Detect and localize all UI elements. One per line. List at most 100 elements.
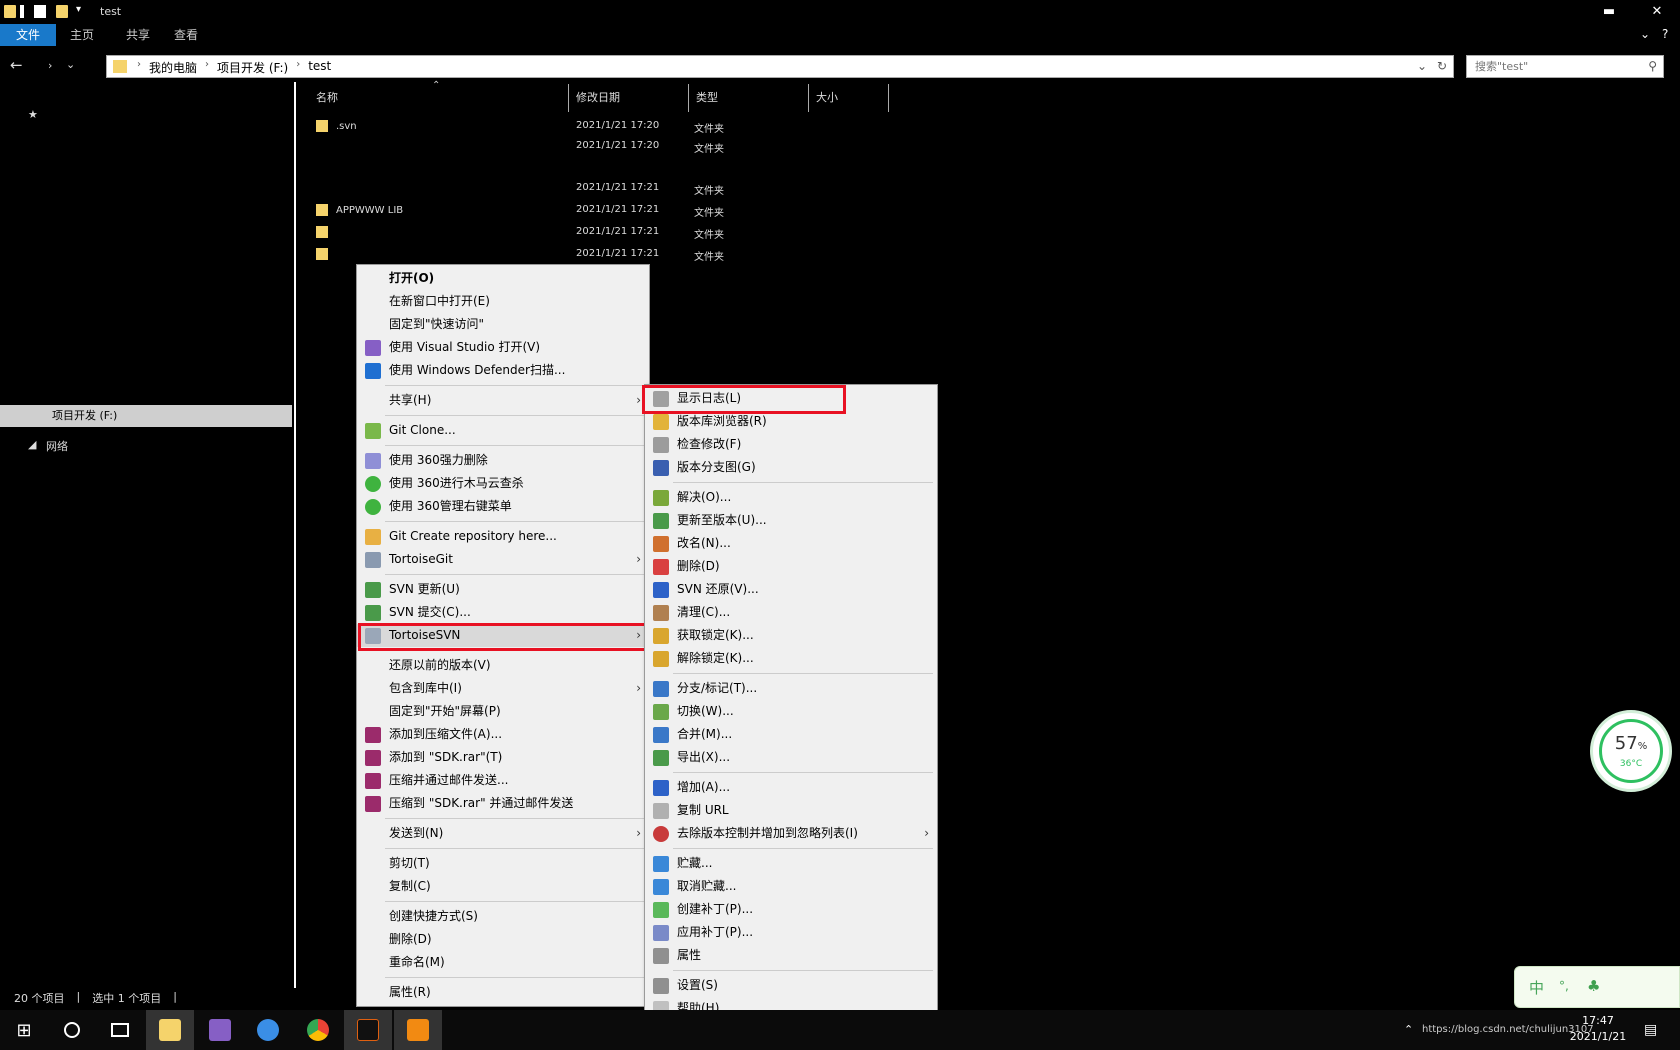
customize-toolbar-icon[interactable]: ▾ (76, 4, 81, 15)
menu-item-switch[interactable]: 切换(W)... (645, 700, 937, 723)
menu-item-pin-quick-access[interactable]: 固定到"快速访问" (357, 313, 649, 336)
menu-item-360-scan[interactable]: 使用 360进行木马云查杀 (357, 472, 649, 495)
column-separator[interactable] (688, 84, 689, 112)
menu-item-branch-tag[interactable]: 分支/标记(T)... (645, 677, 937, 700)
taskbar-chrome[interactable] (294, 1010, 342, 1050)
taskbar-file-explorer[interactable] (146, 1010, 194, 1050)
refresh-icon[interactable]: ↻ (1437, 59, 1447, 73)
menu-item-cut[interactable]: 剪切(T) (357, 852, 649, 875)
ime-toolbar[interactable]: 中 °, ♣ (1514, 966, 1680, 1008)
menu-item-add-archive[interactable]: 添加到压缩文件(A)... (357, 723, 649, 746)
menu-item-open-visual-studio[interactable]: 使用 Visual Studio 打开(V) (357, 336, 649, 359)
pane-divider[interactable] (294, 82, 296, 988)
menu-item-copy-url[interactable]: 复制 URL (645, 799, 937, 822)
menu-item-delete[interactable]: 删除(D) (357, 928, 649, 951)
menu-item-git-create[interactable]: Git Create repository here... (357, 525, 649, 548)
menu-item-restore-versions[interactable]: 还原以前的版本(V) (357, 654, 649, 677)
menu-item-unshelve[interactable]: 取消贮藏... (645, 875, 937, 898)
menu-item-show-log[interactable]: 显示日志(L) (645, 387, 937, 410)
notification-icon[interactable]: ▤ (1644, 1010, 1657, 1050)
menu-item-svn-commit[interactable]: SVN 提交(C)... (357, 601, 649, 624)
cpu-temperature-widget[interactable]: 57% 36°C (1590, 710, 1672, 792)
nav-item-network[interactable]: 网络 (46, 438, 68, 454)
help-icon[interactable]: ? (1662, 27, 1668, 41)
file-row[interactable]: .svn 2021/1/21 17:20 文件夹 (316, 120, 724, 140)
minimize-button[interactable]: ▬ (1594, 2, 1624, 22)
menu-item-open[interactable]: 打开(O) (357, 267, 649, 290)
tab-view[interactable]: 查看 (160, 24, 212, 46)
menu-item-add[interactable]: 增加(A)... (645, 776, 937, 799)
menu-item-add-sdk-rar[interactable]: 添加到 "SDK.rar"(T) (357, 746, 649, 769)
ime-mode[interactable]: 中 (1529, 977, 1544, 998)
menu-item-copy[interactable]: 复制(C) (357, 875, 649, 898)
tab-home[interactable]: 主页 (56, 24, 108, 46)
menu-item-360-delete[interactable]: 使用 360强力删除 (357, 449, 649, 472)
ime-punctuation[interactable]: °, (1559, 979, 1569, 993)
menu-item-tortoisesvn[interactable]: TortoiseSVN › (357, 624, 649, 647)
close-button[interactable]: ✕ (1642, 2, 1672, 22)
menu-item-open-new-window[interactable]: 在新窗口中打开(E) (357, 290, 649, 313)
chevron-down-icon[interactable]: ⌄ (1417, 59, 1427, 73)
file-row[interactable]: 2021/1/21 17:21 文件夹 (316, 226, 724, 246)
search-input[interactable] (1467, 56, 1637, 77)
menu-item-settings[interactable]: 设置(S) (645, 974, 937, 997)
taskbar-visual-studio[interactable] (196, 1010, 244, 1050)
menu-item-release-lock[interactable]: 解除锁定(K)... (645, 647, 937, 670)
menu-item-resolve[interactable]: 解决(O)... (645, 486, 937, 509)
breadcrumb-drive[interactable]: 项目开发 (F:) (217, 59, 288, 76)
properties-icon[interactable] (34, 5, 46, 18)
menu-item-svn-properties[interactable]: 属性 (645, 944, 937, 967)
menu-item-pin-start[interactable]: 固定到"开始"屏幕(P) (357, 700, 649, 723)
menu-item-include-library[interactable]: 包含到库中(I) › (357, 677, 649, 700)
menu-item-rename[interactable]: 重命名(M) (357, 951, 649, 974)
menu-item-svn-revert[interactable]: SVN 还原(V)... (645, 578, 937, 601)
quick-access-icon[interactable]: ★ (28, 108, 38, 121)
menu-item-export[interactable]: 导出(X)... (645, 746, 937, 769)
column-separator[interactable] (568, 84, 569, 112)
menu-item-update-revision[interactable]: 更新至版本(U)... (645, 509, 937, 532)
expand-ribbon-icon[interactable]: ⌄ (1640, 27, 1650, 41)
menu-item-create-shortcut[interactable]: 创建快捷方式(S) (357, 905, 649, 928)
menu-item-send-to[interactable]: 发送到(N) › (357, 822, 649, 845)
start-button[interactable]: ⊞ (0, 1010, 48, 1050)
menu-item-get-lock[interactable]: 获取锁定(K)... (645, 624, 937, 647)
folder-icon[interactable] (4, 5, 16, 18)
menu-item-svn-delete[interactable]: 删除(D) (645, 555, 937, 578)
nav-item-drive-f[interactable]: 项目开发 (F:) (0, 405, 292, 427)
menu-item-properties[interactable]: 属性(R) (357, 981, 649, 1004)
menu-item-360-menu[interactable]: 使用 360管理右键菜单 (357, 495, 649, 518)
search-button[interactable] (48, 1010, 96, 1050)
menu-item-compress-email[interactable]: 压缩并通过邮件发送... (357, 769, 649, 792)
menu-item-share[interactable]: 共享(H) › (357, 389, 649, 412)
chevron-up-icon[interactable]: ⌃ (1404, 1010, 1413, 1050)
breadcrumb-my-computer[interactable]: 我的电脑 (149, 59, 197, 76)
menu-item-defender-scan[interactable]: 使用 Windows Defender扫描... (357, 359, 649, 382)
recent-locations-icon[interactable]: ⌄ (66, 58, 75, 71)
menu-item-shelve[interactable]: 贮藏... (645, 852, 937, 875)
menu-item-cleanup[interactable]: 清理(C)... (645, 601, 937, 624)
system-clock[interactable]: 17:47 2021/1/21 (1560, 1013, 1636, 1045)
file-row[interactable]: APPWWW LIB 2021/1/21 17:21 文件夹 (316, 204, 724, 224)
menu-item-git-clone[interactable]: Git Clone... (357, 419, 649, 442)
column-separator[interactable] (888, 84, 889, 112)
menu-item-svn-rename[interactable]: 改名(N)... (645, 532, 937, 555)
column-header-type[interactable]: 类型 (690, 84, 718, 112)
menu-item-compress-sdk-email[interactable]: 压缩到 "SDK.rar" 并通过邮件发送 (357, 792, 649, 815)
forward-arrow-icon[interactable]: › (48, 59, 52, 72)
menu-item-repo-browser[interactable]: 版本库浏览器(R) (645, 410, 937, 433)
menu-item-check-mods[interactable]: 检查修改(F) (645, 433, 937, 456)
menu-item-revision-graph[interactable]: 版本分支图(G) (645, 456, 937, 479)
back-arrow-icon[interactable]: ← (10, 56, 23, 74)
column-header-size[interactable]: 大小 (810, 84, 838, 112)
column-header-name[interactable]: 名称 (310, 84, 338, 112)
menu-item-svn-update[interactable]: SVN 更新(U) (357, 578, 649, 601)
search-box[interactable]: ⚲ (1466, 55, 1664, 78)
ime-skin-icon[interactable]: ♣ (1587, 977, 1600, 995)
taskbar-terminal[interactable] (344, 1010, 392, 1050)
address-bar[interactable]: › 我的电脑 › 项目开发 (F:) › test ⌄ ↻ (106, 55, 1454, 78)
file-row[interactable]: 2021/1/21 17:21 文件夹 (316, 248, 724, 268)
task-view-button[interactable] (96, 1010, 144, 1050)
taskbar-feishu[interactable] (244, 1010, 292, 1050)
tab-share[interactable]: 共享 (112, 24, 164, 46)
taskbar-sublime[interactable] (394, 1010, 442, 1050)
